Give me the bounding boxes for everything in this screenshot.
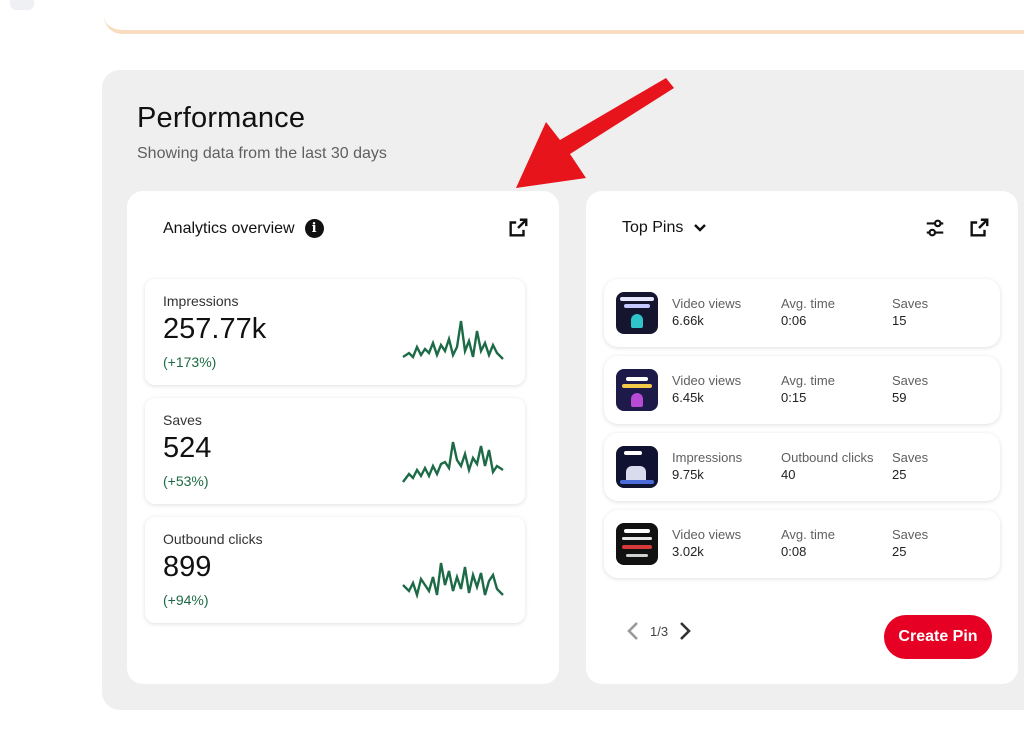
pin-thumbnail <box>616 292 658 334</box>
pin-stat-3: Saves 59 <box>892 373 929 405</box>
metric-label: Outbound clicks <box>163 531 263 547</box>
annotation-arrow-icon <box>516 78 674 188</box>
pin-stat-3: Saves 15 <box>892 296 929 328</box>
top-pin-row[interactable]: Impressions 9.75k Outbound clicks 40 Sav… <box>604 433 1000 501</box>
create-pin-button[interactable]: Create Pin <box>884 615 992 659</box>
pin-stat-1: Impressions 9.75k <box>672 450 743 482</box>
top-pin-row[interactable]: Video views 6.45k Avg. time 0:15 Saves 5… <box>604 356 1000 424</box>
metric-value: 524 <box>163 432 212 464</box>
chevron-left-icon[interactable] <box>626 621 640 641</box>
top-banner <box>104 0 1024 34</box>
metric-value: 257.77k <box>163 313 267 345</box>
analytics-overview-card: Analytics overview i Impressions 257.77k… <box>127 191 559 684</box>
metric-outbound-clicks[interactable]: Outbound clicks 899 (+94%) <box>145 517 525 623</box>
metric-label: Saves <box>163 412 202 428</box>
outbound-clicks-sparkline <box>402 562 504 600</box>
pin-stat-3: Saves 25 <box>892 527 929 559</box>
pin-thumbnail <box>616 446 658 488</box>
top-pins-dropdown[interactable]: Top Pins <box>622 219 707 237</box>
pin-thumbnail <box>616 523 658 565</box>
metric-saves[interactable]: Saves 524 (+53%) <box>145 398 525 504</box>
card-title: Analytics overview <box>163 219 295 237</box>
pin-stat-2: Avg. time 0:15 <box>781 373 835 405</box>
pin-thumbnail <box>616 369 658 411</box>
metric-impressions[interactable]: Impressions 257.77k (+173%) <box>145 279 525 385</box>
analytics-overview-header: Analytics overview i <box>163 219 324 238</box>
metric-label: Impressions <box>163 293 239 309</box>
pin-stat-1: Video views 6.66k <box>672 296 742 328</box>
saves-sparkline <box>402 441 504 483</box>
pagination: 1/3 <box>626 621 692 641</box>
sliders-icon[interactable] <box>924 217 946 239</box>
metric-change: (+94%) <box>163 592 209 608</box>
pin-stat-1: Video views 6.45k <box>672 373 742 405</box>
page-title: Performance <box>137 102 306 134</box>
card-title: Top Pins <box>622 219 684 236</box>
top-pin-row[interactable]: Video views 6.66k Avg. time 0:06 Saves 1… <box>604 279 1000 347</box>
metric-value: 899 <box>163 551 212 583</box>
pin-stat-3: Saves 25 <box>892 450 929 482</box>
metric-change: (+53%) <box>163 473 209 489</box>
top-pin-row[interactable]: Video views 3.02k Avg. time 0:08 Saves 2… <box>604 510 1000 578</box>
pin-stat-2: Avg. time 0:06 <box>781 296 835 328</box>
metric-change: (+173%) <box>163 354 217 370</box>
page-indicator: 1/3 <box>650 623 669 639</box>
top-pins-card: Top Pins Video views 6.66k Avg. time 0:0… <box>586 191 1018 684</box>
pin-stat-2: Outbound clicks 40 <box>781 450 874 482</box>
info-icon[interactable]: i <box>304 219 324 238</box>
app-icon <box>10 0 34 10</box>
chevron-right-icon[interactable] <box>678 621 692 641</box>
pin-stat-1: Video views 3.02k <box>672 527 742 559</box>
chevron-down-icon <box>694 224 707 232</box>
page-subtitle: Showing data from the last 30 days <box>137 145 387 162</box>
external-link-icon[interactable] <box>507 217 529 239</box>
impressions-sparkline <box>402 320 504 360</box>
external-link-icon[interactable] <box>968 217 990 239</box>
pin-stat-2: Avg. time 0:08 <box>781 527 835 559</box>
